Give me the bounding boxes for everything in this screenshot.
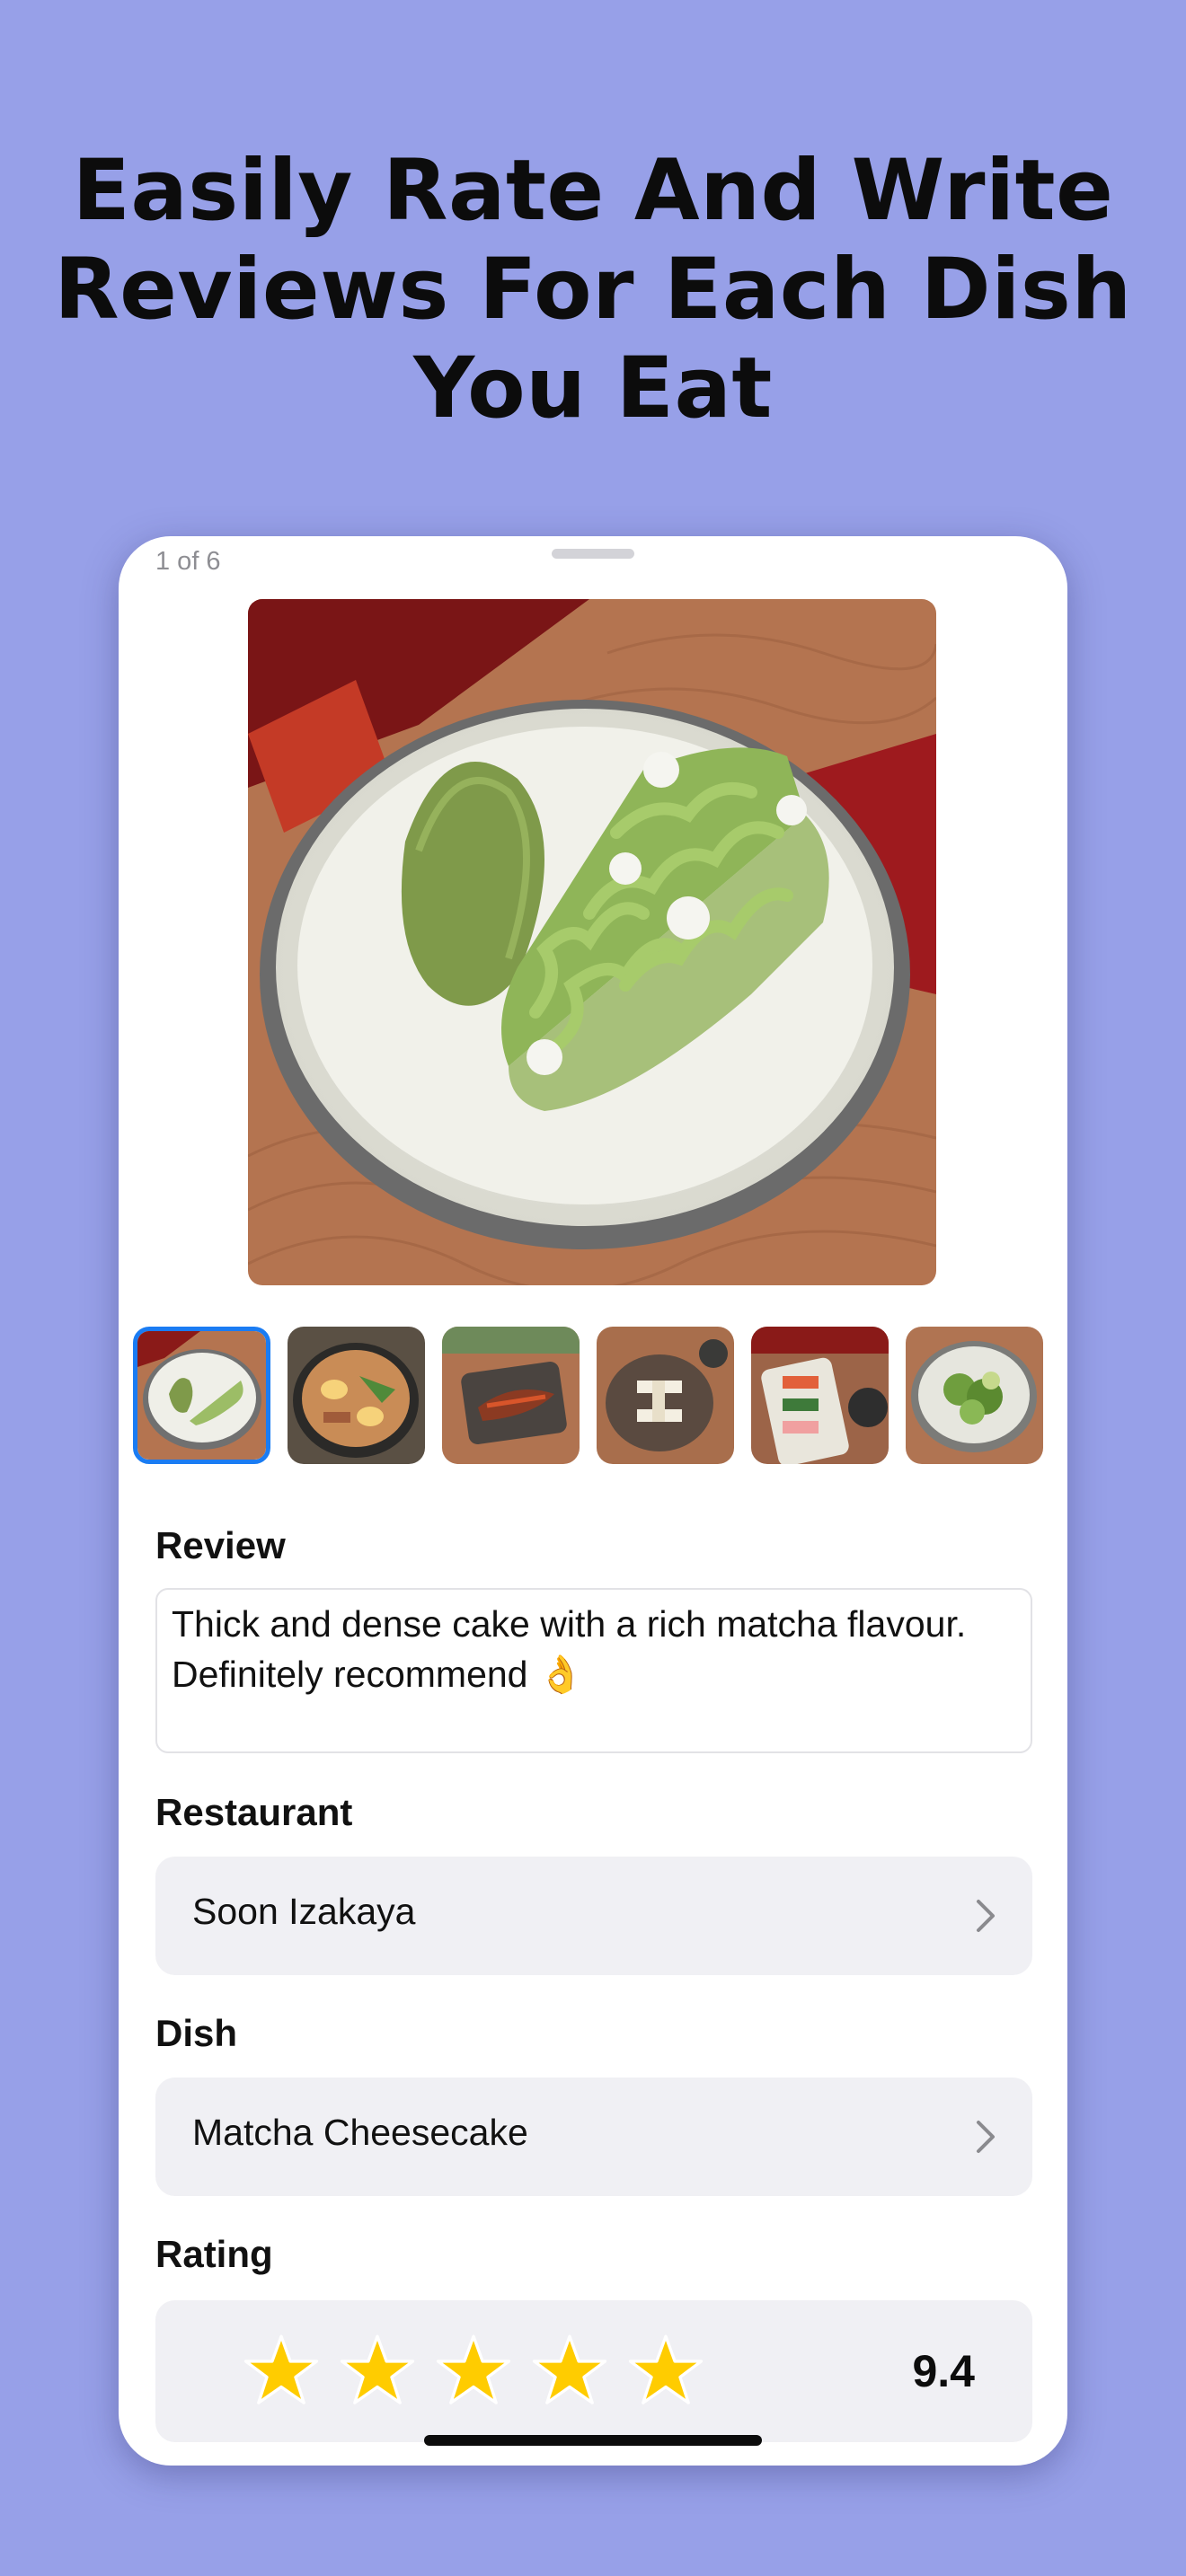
sheet-grabber[interactable] [552,549,634,559]
rating-value: 9.4 [912,2346,975,2396]
headline: Easily Rate And Write Reviews For Each D… [54,142,1132,437]
thumbnail-green-salad[interactable] [906,1327,1043,1464]
dish-value: Matcha Cheesecake [192,2112,528,2153]
thumbnail-grilled-fish[interactable] [442,1327,580,1464]
restaurant-value: Soon Izakaya [192,1891,416,1932]
star-icon[interactable] [436,2333,511,2408]
review-text-field[interactable]: Thick and dense cake with a rich matcha … [155,1588,1032,1753]
dish-label: Dish [155,2012,238,2054]
restaurant-label: Restaurant [155,1791,353,1833]
rating-label: Rating [155,2233,273,2275]
photo-counter: 1 of 6 [155,547,221,576]
thumbnail-ramen-bowl[interactable] [288,1327,425,1464]
thumbnail-dessert-plate[interactable] [597,1327,734,1464]
restaurant-picker[interactable]: Soon Izakaya [155,1857,1032,1975]
thumbnail-sushi-platter[interactable] [751,1327,889,1464]
star-icon[interactable] [340,2333,415,2408]
dish-picker[interactable]: Matcha Cheesecake [155,2078,1032,2196]
chevron-right-icon [977,1900,995,1932]
star-icon[interactable] [628,2333,704,2408]
review-label: Review [155,1524,286,1566]
star-icon[interactable] [243,2333,319,2408]
thumbnail-strip [133,1327,1067,1465]
rating-control: 9.4 [155,2300,1032,2442]
chevron-right-icon [977,2121,995,2153]
star-icon[interactable] [532,2333,607,2408]
review-sheet: 1 of 6 Review Thick and dense cake with … [119,536,1067,2466]
thumbnail-matcha-cheesecake[interactable] [133,1327,270,1464]
home-indicator [424,2435,762,2446]
main-dish-photo[interactable] [248,599,936,1285]
